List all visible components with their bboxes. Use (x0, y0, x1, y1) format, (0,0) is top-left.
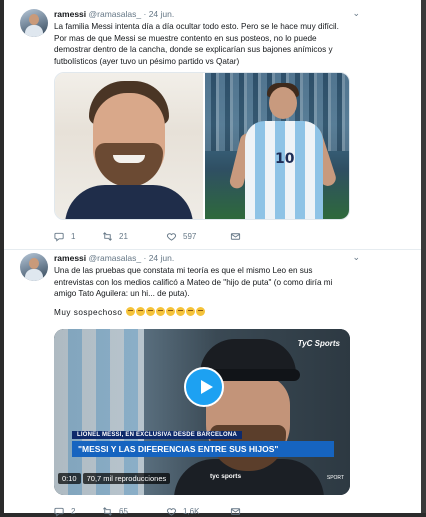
tweet-2[interactable]: ramessi @ramasalas_ · 24 jun. ⌄ Una de l… (20, 252, 360, 517)
avatar[interactable] (20, 9, 48, 37)
thinking-emoji-row (125, 306, 206, 317)
like-count: 1,6K (183, 507, 200, 516)
thinking-face-emoji-icon (196, 306, 206, 316)
window-frame-left (0, 0, 4, 517)
thinking-face-emoji-icon (146, 306, 156, 316)
photo-shirt (65, 185, 193, 219)
retweet-count: 21 (119, 232, 128, 241)
avatar-head (29, 14, 39, 25)
player-head (269, 87, 297, 119)
video-info-bar: 0:10 70,7 mil reproducciones (58, 471, 171, 485)
tweet-content: ramessi @ramasalas_ · 24 jun. ⌄ Una de l… (54, 252, 360, 318)
tweet-text: Una de las pruebas que constata mi teorí… (54, 265, 352, 318)
header-separator: · (143, 9, 147, 19)
tweet-photos[interactable]: 10 (54, 72, 350, 220)
user-handle[interactable]: @ramasalas_ (89, 9, 142, 19)
thinking-face-emoji-icon (176, 306, 186, 316)
reply-count: 2 (71, 507, 76, 516)
photo-beard (95, 143, 163, 187)
tweet-header: ramessi @ramasalas_ · 24 jun. ⌄ (54, 8, 360, 20)
tweet-paragraph: Una de las pruebas que constata mi teorí… (54, 266, 333, 298)
tweet-paragraph: La familia Messi intenta día a día ocult… (54, 22, 339, 66)
photo-portrait[interactable] (55, 73, 203, 219)
tyc-sports-bottom-logo: tyc sports (210, 473, 242, 480)
photo-smile (113, 155, 145, 163)
like-button[interactable]: 1,6K (166, 506, 199, 517)
envelope-icon (230, 508, 241, 515)
tweet-content: ramessi @ramasalas_ · 24 jun. ⌄ La famil… (54, 8, 360, 67)
user-handle[interactable]: @ramasalas_ (89, 253, 142, 263)
sport-tag: SPORT (326, 475, 344, 481)
argentina-jersey (245, 121, 323, 219)
retweet-count: 65 (119, 507, 128, 516)
tweet-header: ramessi @ramasalas_ · 24 jun. ⌄ (54, 252, 360, 264)
display-name[interactable]: ramessi (54, 253, 86, 263)
retweet-icon (103, 232, 112, 241)
like-button[interactable]: 597 (166, 231, 196, 242)
retweet-button[interactable]: 21 (102, 231, 128, 242)
tweet-paragraph-emoji: Muy sospechoso (54, 306, 352, 319)
thinking-face-emoji-icon (166, 306, 176, 316)
thinking-face-emoji-icon (186, 306, 196, 316)
direct-message-button[interactable] (230, 506, 241, 517)
reply-icon (54, 232, 64, 242)
chevron-down-icon[interactable]: ⌄ (352, 8, 360, 19)
reply-count: 1 (71, 232, 76, 241)
tweet-text: La familia Messi intenta día a día ocult… (54, 21, 352, 67)
photo-match[interactable]: 10 (205, 73, 349, 219)
avatar[interactable] (20, 253, 48, 281)
retweet-button[interactable]: 65 (102, 506, 128, 517)
thinking-face-emoji-icon (156, 306, 166, 316)
avatar-body (25, 25, 43, 37)
envelope-icon (230, 233, 241, 240)
lower-third-title: "MESSI Y LAS DIFERENCIAS ENTRE SUS HIJOS… (72, 441, 334, 457)
video-duration: 0:10 (58, 472, 81, 484)
avatar-body (25, 269, 43, 281)
avatar-head (29, 258, 39, 269)
tweet-1[interactable]: ramessi @ramasalas_ · 24 jun. ⌄ La famil… (20, 8, 360, 245)
reply-button[interactable]: 1 (54, 231, 75, 242)
window-frame-right (421, 0, 426, 517)
thinking-face-emoji-icon (136, 306, 146, 316)
tweet-actions: 2 65 1,6K (54, 506, 314, 517)
tweet-paragraph-text: Muy sospechoso (54, 307, 123, 317)
display-name[interactable]: ramessi (54, 9, 86, 19)
chevron-down-icon[interactable]: ⌄ (352, 252, 360, 263)
header-separator: · (143, 253, 147, 263)
direct-message-button[interactable] (230, 231, 241, 242)
heart-icon (166, 508, 177, 516)
reply-icon (54, 507, 64, 517)
lower-third-subtitle: LIONEL MESSI, EN EXCLUSIVA DESDE BARCELO… (72, 431, 242, 439)
heart-icon (166, 233, 177, 241)
reply-button[interactable]: 2 (54, 506, 75, 517)
video-views: 70,7 mil reproducciones (82, 472, 171, 484)
tweet-date[interactable]: 24 jun. (149, 253, 175, 263)
jersey-number: 10 (275, 151, 295, 167)
retweet-icon (103, 507, 112, 516)
thinking-face-emoji-icon (126, 306, 136, 316)
tweet-divider (4, 249, 421, 250)
like-count: 597 (183, 232, 197, 241)
play-button[interactable] (184, 367, 224, 407)
tweet-video[interactable]: TyC Sports LIONEL MESSI, EN EXCLUSIVA DE… (54, 329, 350, 495)
play-icon (200, 380, 213, 394)
tweet-date[interactable]: 24 jun. (149, 9, 175, 19)
tweet-actions: 1 21 597 (54, 231, 314, 245)
tyc-sports-logo: TyC Sports (297, 339, 340, 348)
